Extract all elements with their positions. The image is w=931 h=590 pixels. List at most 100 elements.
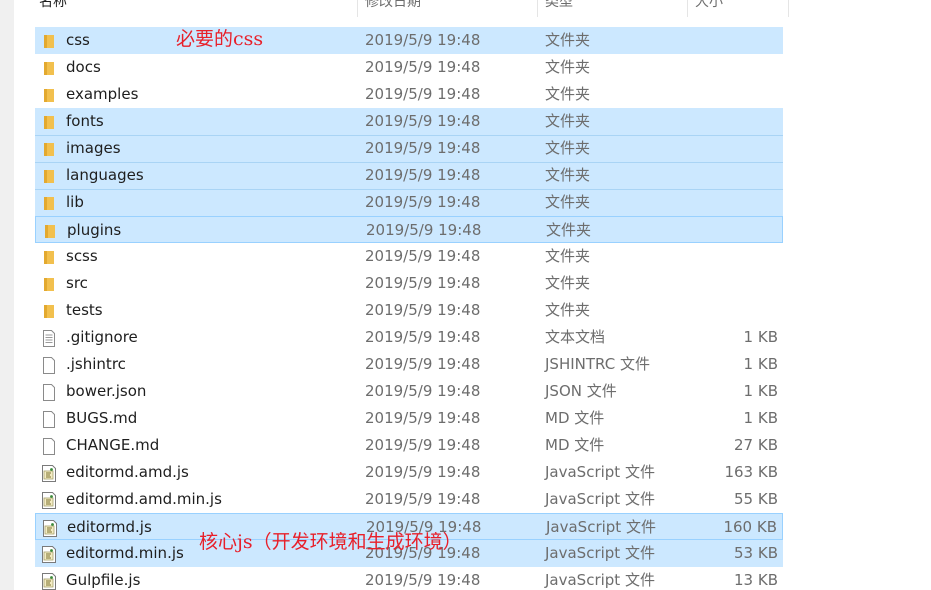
file-size: 1 KB xyxy=(743,409,778,427)
file-name: bower.json xyxy=(66,382,147,400)
folder-icon xyxy=(41,302,57,319)
file-size: 13 KB xyxy=(734,571,778,589)
file-modified-date: 2019/5/9 19:48 xyxy=(365,571,481,589)
file-size: 163 KB xyxy=(724,463,778,481)
file-modified-date: 2019/5/9 19:48 xyxy=(365,247,481,265)
folder-icon xyxy=(42,222,58,239)
file-type: JSHINTRC 文件 xyxy=(545,355,650,373)
file-row[interactable]: examples 2019/5/9 19:48 文件夹 xyxy=(35,81,783,108)
file-row[interactable]: docs 2019/5/9 19:48 文件夹 xyxy=(35,54,783,81)
file-row[interactable]: languages 2019/5/9 19:48 文件夹 xyxy=(35,162,783,189)
file-row[interactable]: editormd.amd.js 2019/5/9 19:48 JavaScript … xyxy=(35,459,783,486)
file-row[interactable]: CHANGE.md 2019/5/9 19:48 MD 文件 27 KB xyxy=(35,432,783,459)
file-type: JavaScript 文件 xyxy=(546,518,656,536)
file-row[interactable]: fonts 2019/5/9 19:48 文件夹 xyxy=(35,108,783,135)
file-modified-date: 2019/5/9 19:48 xyxy=(365,112,481,130)
folder-icon xyxy=(41,32,57,49)
file-row[interactable]: .gitignore 2019/5/9 19:48 文本文档 1 KB xyxy=(35,324,783,351)
blank-file-icon xyxy=(41,410,57,428)
file-type: 文件夹 xyxy=(545,85,591,103)
file-modified-date: 2019/5/9 19:48 xyxy=(365,328,481,346)
file-type: 文件夹 xyxy=(545,193,591,211)
file-type: JavaScript 文件 xyxy=(545,463,655,481)
js-file-icon xyxy=(41,491,57,509)
file-row[interactable]: .jshintrc 2019/5/9 19:48 JSHINTRC 文件 1 KB xyxy=(35,351,783,378)
file-row[interactable]: plugins 2019/5/9 19:48 文件夹 xyxy=(35,216,783,243)
file-type: JSON 文件 xyxy=(545,382,617,400)
file-modified-date: 2019/5/9 19:48 xyxy=(365,166,481,184)
folder-icon xyxy=(41,194,57,211)
file-modified-date: 2019/5/9 19:48 xyxy=(365,58,481,76)
file-row[interactable]: scss 2019/5/9 19:48 文件夹 xyxy=(35,243,783,270)
file-modified-date: 2019/5/9 19:48 xyxy=(366,221,482,239)
annotation-core-js-note: 核心js（开发环境和生成环境） xyxy=(199,531,462,553)
file-name: scss xyxy=(66,247,98,265)
file-modified-date: 2019/5/9 19:48 xyxy=(365,382,481,400)
file-size: 1 KB xyxy=(743,382,778,400)
file-row[interactable]: src 2019/5/9 19:48 文件夹 xyxy=(35,270,783,297)
folder-icon xyxy=(41,140,57,157)
js-file-icon xyxy=(41,572,57,590)
file-row[interactable]: editormd.amd.min.js 2019/5/9 19:48 JavaScr… xyxy=(35,486,783,513)
file-modified-date: 2019/5/9 19:48 xyxy=(365,463,481,481)
file-modified-date: 2019/5/9 19:48 xyxy=(365,31,481,49)
file-size: 53 KB xyxy=(734,544,778,562)
file-name: docs xyxy=(66,58,101,76)
file-name: BUGS.md xyxy=(66,409,138,427)
file-row[interactable]: tests 2019/5/9 19:48 文件夹 xyxy=(35,297,783,324)
column-header-bar: 名称 修改日期 类型 大小 xyxy=(14,0,789,17)
folder-icon xyxy=(41,248,57,265)
file-type: 文件夹 xyxy=(545,112,591,130)
file-type: 文件夹 xyxy=(546,221,592,239)
file-name: tests xyxy=(66,301,103,319)
file-list: css 2019/5/9 19:48 文件夹 docs 2019/5/9 19:48 文件… xyxy=(35,27,783,590)
file-row[interactable]: css 2019/5/9 19:48 文件夹 xyxy=(35,27,783,54)
blank-file-icon xyxy=(41,437,57,455)
column-header-type[interactable]: 类型 xyxy=(538,0,688,17)
file-size: 1 KB xyxy=(743,355,778,373)
column-header-date[interactable]: 修改日期 xyxy=(358,0,538,17)
file-name: .jshintrc xyxy=(66,355,126,373)
file-name: images xyxy=(66,139,121,157)
file-size: 27 KB xyxy=(734,436,778,454)
file-name: lib xyxy=(66,193,84,211)
file-name: examples xyxy=(66,85,139,103)
file-row[interactable]: Gulpfile.js 2019/5/9 19:48 JavaScript 文件 13… xyxy=(35,567,783,590)
file-row[interactable]: lib 2019/5/9 19:48 文件夹 xyxy=(35,189,783,216)
file-name: fonts xyxy=(66,112,104,130)
js-file-icon xyxy=(41,545,57,563)
file-explorer-view: 名称 修改日期 类型 大小 css 2019/5/9 19:48 文件夹 docs 20… xyxy=(0,0,931,590)
folder-icon xyxy=(41,113,57,130)
file-modified-date: 2019/5/9 19:48 xyxy=(365,355,481,373)
file-modified-date: 2019/5/9 19:48 xyxy=(365,490,481,508)
navigation-pane-edge xyxy=(0,0,14,590)
column-header-size[interactable]: 大小 xyxy=(688,0,789,17)
file-modified-date: 2019/5/9 19:48 xyxy=(365,139,481,157)
file-name: editormd.amd.js xyxy=(66,463,189,481)
file-modified-date: 2019/5/9 19:48 xyxy=(365,274,481,292)
folder-icon xyxy=(41,86,57,103)
text-file-icon xyxy=(41,329,57,347)
file-type: JavaScript 文件 xyxy=(545,544,655,562)
file-name: editormd.amd.min.js xyxy=(66,490,222,508)
folder-icon xyxy=(41,275,57,292)
file-type: 文件夹 xyxy=(545,166,591,184)
js-file-icon xyxy=(41,464,57,482)
file-name: languages xyxy=(66,166,144,184)
folder-icon xyxy=(41,167,57,184)
file-type: 文件夹 xyxy=(545,274,591,292)
file-row[interactable]: images 2019/5/9 19:48 文件夹 xyxy=(35,135,783,162)
file-type: 文本文档 xyxy=(545,328,606,346)
file-size: 55 KB xyxy=(734,490,778,508)
file-size: 1 KB xyxy=(743,328,778,346)
blank-file-icon xyxy=(41,383,57,401)
annotation-css-note: 必要的css xyxy=(176,28,264,50)
file-name: CHANGE.md xyxy=(66,436,160,454)
file-name: Gulpfile.js xyxy=(66,571,141,589)
file-type: 文件夹 xyxy=(545,247,591,265)
file-name: editormd.js xyxy=(67,518,152,536)
file-row[interactable]: bower.json 2019/5/9 19:48 JSON 文件 1 KB xyxy=(35,378,783,405)
js-file-icon xyxy=(42,519,58,537)
column-header-name[interactable]: 名称 xyxy=(32,0,358,17)
file-row[interactable]: BUGS.md 2019/5/9 19:48 MD 文件 1 KB xyxy=(35,405,783,432)
